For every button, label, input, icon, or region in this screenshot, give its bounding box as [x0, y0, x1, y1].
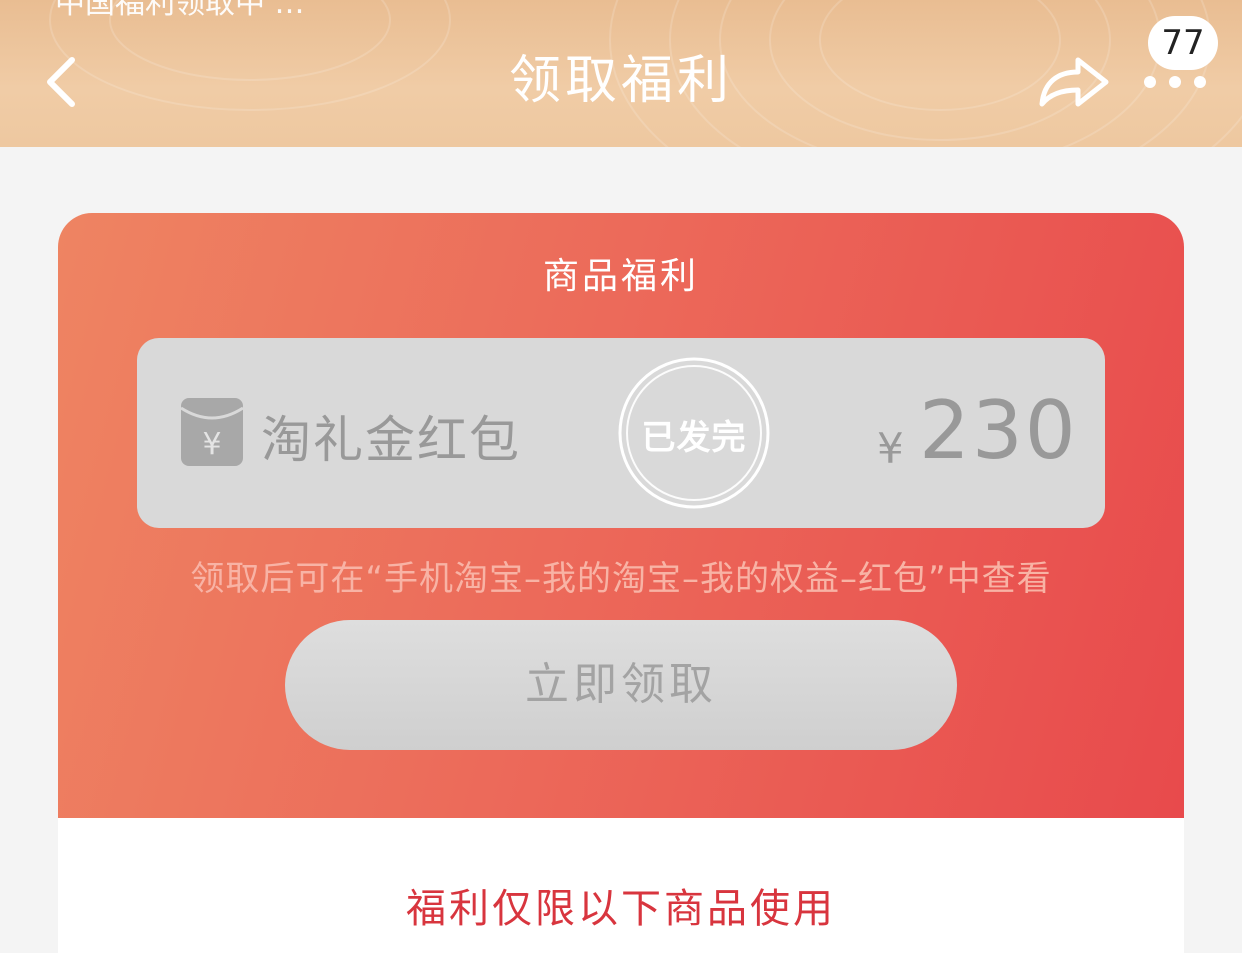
coupon-amount: 230 [919, 384, 1078, 477]
claim-button[interactable]: 立即领取 [285, 620, 957, 750]
stamp-label: 已发完 [641, 418, 747, 458]
nav-header: 中国福利领取中 … 领取福利 77 [0, 0, 1242, 147]
claim-hint: 领取后可在“手机淘宝–我的淘宝–我的权益–红包”中查看 [190, 559, 1052, 599]
products-title: 福利仅限以下商品使用 [406, 886, 836, 932]
share-arrow-icon[interactable] [1036, 52, 1112, 112]
card-title: 商品福利 [542, 256, 699, 297]
products-section: 福利仅限以下商品使用 [58, 818, 1184, 953]
coupon-item: ¥ 淘礼金红包 已发完 ¥ 230 [137, 338, 1105, 528]
sold-out-stamp: 已发完 [615, 354, 773, 512]
coupon-name: 淘礼金红包 [261, 411, 521, 469]
currency-symbol: ¥ [877, 424, 904, 473]
red-envelope-yen-icon: ¥ [181, 398, 243, 466]
svg-text:¥: ¥ [202, 427, 221, 462]
message-count-badge[interactable]: 77 [1148, 16, 1218, 70]
benefit-card: 商品福利 ¥ 淘礼金红包 已发完 ¥ 230 领取后可在“手机淘宝–我的淘宝–我… [58, 213, 1184, 818]
status-bar-text: 中国福利领取中 … [55, 0, 305, 21]
